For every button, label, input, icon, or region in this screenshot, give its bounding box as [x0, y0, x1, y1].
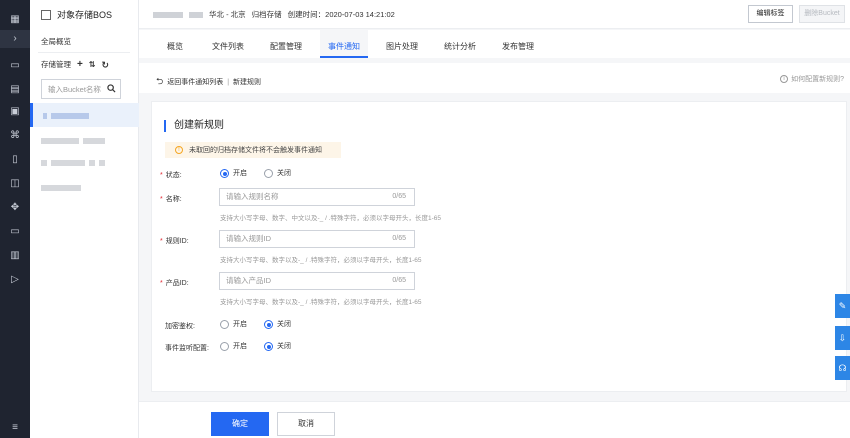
- tab-overview[interactable]: 概览: [157, 30, 193, 58]
- breadcrumb-current: 新建规则: [233, 79, 262, 86]
- server-icon[interactable]: ▤: [7, 82, 23, 98]
- storage-class-text: 归档存储: [251, 10, 282, 19]
- rule-name-placeholder: 请输入规则名称: [226, 192, 279, 201]
- confirm-button[interactable]: 确定: [211, 412, 269, 436]
- char-counter: 0/65: [392, 193, 406, 200]
- create-rule-card: 创建新规则 ! 未取回的归档存储文件将不会触发事件通知 * 状态: 开启 关闭 *…: [151, 101, 847, 392]
- tab-statistics[interactable]: 统计分析: [436, 30, 484, 58]
- bucket-item[interactable]: [41, 137, 131, 146]
- search-icon[interactable]: [107, 84, 116, 93]
- product-id-input[interactable]: 请输入产品ID 0/65: [219, 272, 415, 290]
- box-icon[interactable]: ▥: [7, 248, 23, 264]
- info-circle-icon: i: [780, 75, 789, 83]
- bucket-breadcrumb: 华北 - 北京 归档存储 创建时间：2020-07-03 14:21:02: [153, 9, 395, 20]
- separator: |: [227, 78, 230, 86]
- delete-bucket-button[interactable]: 删除Bucket: [799, 5, 845, 23]
- bucket-name-redacted: [189, 11, 203, 18]
- bucket-name-redacted: [153, 11, 183, 18]
- name-hint: 支持大小写字母、数字、中文以及-_ / .特殊字符，必须以字母开头，长度1-65: [220, 215, 442, 222]
- play-icon[interactable]: ▷: [7, 272, 23, 288]
- char-counter: 0/65: [392, 277, 406, 284]
- back-link[interactable]: ⮌ 返回事件通知列表 | 新建规则: [156, 74, 261, 90]
- encrypt-on-radio[interactable]: 开启: [220, 319, 247, 329]
- bucket-item[interactable]: [41, 159, 131, 168]
- name-label: * 名称:: [160, 196, 182, 203]
- add-icon[interactable]: +: [77, 59, 83, 69]
- rule-id-label: * 规则ID:: [160, 238, 189, 245]
- radio-dot[interactable]: [220, 319, 229, 329]
- tab-file-list[interactable]: 文件列表: [204, 30, 252, 58]
- menu-icon[interactable]: ≡: [7, 420, 23, 436]
- product-id-hint: 支持大小写字母、数字以及-_ / .特殊字符，必须以字母开头，长度1-65: [220, 299, 422, 306]
- product-id-placeholder: 请输入产品ID: [226, 276, 271, 285]
- help-link-text[interactable]: 如何配置新规则?: [791, 74, 844, 84]
- form-footer: 确定 取消: [139, 401, 850, 438]
- status-label: * 状态:: [160, 172, 182, 179]
- storage-management-label: 存储管理: [41, 60, 71, 69]
- status-off-radio[interactable]: 关闭: [264, 168, 291, 178]
- tab-event-notify[interactable]: 事件通知: [320, 30, 368, 58]
- rule-name-input[interactable]: 请输入规则名称 0/65: [219, 188, 415, 206]
- page-title: 创建新规则: [164, 120, 224, 132]
- storage-icon[interactable]: ▣: [7, 104, 23, 120]
- radio-dot[interactable]: [264, 168, 273, 178]
- sidebar: 对象存储BOS 全局概览 存储管理 + ⇅ ↻ 输入Bucket名称: [30, 0, 139, 438]
- download-float-button[interactable]: ⇩: [835, 326, 850, 350]
- sub-bar: ⮌ 返回事件通知列表 | 新建规则 i 如何配置新规则?: [139, 63, 850, 93]
- encrypt-auth-label: 加密鉴权:: [165, 323, 195, 330]
- tab-publish[interactable]: 发布管理: [494, 30, 542, 58]
- sidebar-title: 对象存储BOS: [41, 8, 112, 21]
- bucket-search-placeholder: 输入Bucket名称: [48, 84, 101, 94]
- bucket-item[interactable]: [41, 184, 131, 193]
- bucket-item-selected[interactable]: [30, 103, 139, 127]
- top-bar: 华北 - 北京 归档存储 创建时间：2020-07-03 14:21:02 编辑…: [139, 0, 850, 29]
- sidebar-divider: [38, 52, 130, 53]
- cancel-button[interactable]: 取消: [277, 412, 335, 436]
- warning-tip: ! 未取回的归档存储文件将不会触发事件通知: [165, 142, 341, 158]
- edit-tag-button[interactable]: 编辑标签: [748, 5, 793, 23]
- radio-dot[interactable]: [264, 341, 273, 351]
- help-link[interactable]: i 如何配置新规则?: [780, 74, 844, 84]
- listen-off-radio[interactable]: 关闭: [264, 341, 291, 351]
- database-icon[interactable]: ◫: [7, 176, 23, 192]
- apps-grid-icon[interactable]: ▦: [7, 12, 23, 28]
- sidebar-item-overview[interactable]: 全局概览: [41, 36, 71, 47]
- region-text: 华北 - 北京: [209, 10, 246, 19]
- video-icon[interactable]: ▭: [7, 224, 23, 240]
- refresh-icon[interactable]: ↻: [102, 60, 110, 69]
- radio-dot[interactable]: [264, 319, 273, 329]
- expand-chevron-icon[interactable]: ›: [0, 30, 30, 48]
- created-time-text: 创建时间：2020-07-03 14:21:02: [287, 10, 395, 19]
- monitor-icon[interactable]: ▭: [7, 58, 23, 74]
- back-to-list-link[interactable]: 返回事件通知列表: [167, 77, 223, 87]
- tab-image-process[interactable]: 图片处理: [378, 30, 426, 58]
- tab-config[interactable]: 配置管理: [262, 30, 310, 58]
- storage-management-header: 存储管理 + ⇅ ↻: [41, 59, 109, 70]
- rule-id-input[interactable]: 请输入规则ID 0/65: [219, 230, 415, 248]
- settings-icon[interactable]: ✥: [7, 200, 23, 216]
- feedback-float-button[interactable]: ✎: [835, 294, 850, 318]
- bucket-search-input[interactable]: 输入Bucket名称: [41, 79, 121, 99]
- event-listen-label: 事件监听配置:: [165, 345, 209, 352]
- radio-dot[interactable]: [220, 341, 229, 351]
- radio-dot[interactable]: [220, 168, 229, 178]
- char-counter: 0/65: [392, 235, 406, 242]
- bucket-tabs: 概览 文件列表 配置管理 事件通知 图片处理 统计分析 发布管理: [139, 30, 850, 58]
- status-on-radio[interactable]: 开启: [220, 168, 247, 178]
- back-arrow-icon[interactable]: ⮌: [156, 74, 163, 90]
- network-icon[interactable]: ⌘: [7, 128, 23, 144]
- support-float-button[interactable]: ☊: [835, 356, 850, 380]
- warning-tip-text: 未取回的归档存储文件将不会触发事件通知: [189, 147, 322, 154]
- document-icon[interactable]: ▯: [7, 152, 23, 168]
- rule-id-placeholder: 请输入规则ID: [226, 234, 271, 243]
- warning-icon: !: [175, 146, 183, 154]
- bos-grid-icon: [41, 9, 51, 20]
- rule-id-hint: 支持大小写字母、数字以及-_ / .特殊字符，必须以字母开头，长度1-65: [220, 257, 422, 264]
- product-id-label: * 产品ID:: [160, 280, 189, 287]
- icon-rail: ▦ › ▭ ▤ ▣ ⌘ ▯ ◫ ✥ ▭ ▥ ▷ ≡: [0, 0, 30, 438]
- sort-icon[interactable]: ⇅: [89, 60, 96, 69]
- encrypt-off-radio[interactable]: 关闭: [264, 319, 291, 329]
- bucket-name-redacted: [43, 112, 93, 121]
- listen-on-radio[interactable]: 开启: [220, 341, 247, 351]
